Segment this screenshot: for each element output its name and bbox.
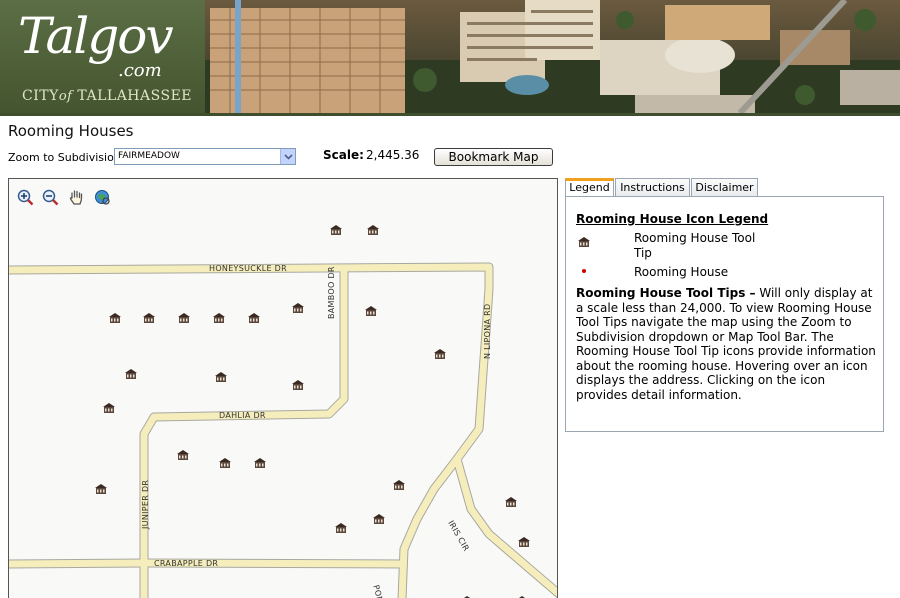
rooming-house-icon[interactable] bbox=[504, 493, 518, 507]
legend-desc-text: Will only display at a scale less than 2… bbox=[576, 286, 876, 402]
rooming-house-icon[interactable] bbox=[142, 309, 156, 323]
scale-value: 2,445.36 bbox=[366, 148, 420, 162]
logo-city-b: TALLAHASSEE bbox=[77, 88, 193, 104]
rooming-house-icon[interactable] bbox=[218, 454, 232, 468]
pan-hand-icon[interactable] bbox=[68, 189, 85, 206]
chevron-down-icon[interactable] bbox=[280, 149, 295, 164]
rooming-house-icon[interactable] bbox=[291, 299, 305, 313]
rooming-house-icon[interactable] bbox=[291, 376, 305, 390]
rooming-house-icon[interactable] bbox=[177, 309, 191, 323]
rooming-house-icon[interactable] bbox=[366, 221, 380, 235]
tab-legend[interactable]: Legend bbox=[565, 178, 614, 198]
logo-city-a: CITY bbox=[22, 88, 59, 104]
legend-description: Rooming House Tool Tips – Will only disp… bbox=[576, 286, 876, 402]
tab-instructions[interactable]: Instructions bbox=[615, 178, 690, 197]
rooming-house-icon[interactable] bbox=[372, 510, 386, 524]
road-label-dahlia: DAHLIA DR bbox=[219, 411, 266, 420]
zoom-in-icon[interactable] bbox=[17, 189, 34, 206]
rooming-house-icon[interactable] bbox=[102, 399, 116, 413]
rooming-house-icon[interactable] bbox=[515, 592, 529, 598]
legend-desc-heading: Rooming House Tool Tips – bbox=[576, 286, 756, 300]
rooming-house-icon[interactable] bbox=[517, 533, 531, 547]
rooming-house-icon[interactable] bbox=[433, 345, 447, 359]
logo-domain: .com bbox=[118, 60, 162, 81]
rooming-house-icon[interactable] bbox=[329, 221, 343, 235]
rooming-house-icon[interactable] bbox=[364, 302, 378, 316]
rooming-house-dot-icon bbox=[582, 269, 586, 273]
rooming-house-icon[interactable] bbox=[212, 309, 226, 323]
talgov-logo[interactable]: Talgov .com CITYof TALLAHASSEE bbox=[0, 0, 205, 113]
road-label-n-lipona: N LIPONA RD bbox=[483, 303, 492, 359]
legend-tool-tip-label: Rooming House Tool Tip bbox=[634, 231, 756, 260]
rooming-house-icon[interactable] bbox=[94, 480, 108, 494]
full-extent-globe-icon[interactable] bbox=[94, 189, 111, 206]
rooming-house-icon[interactable] bbox=[108, 309, 122, 323]
page-title: Rooming Houses bbox=[8, 122, 134, 140]
logo-city-of: of bbox=[58, 89, 73, 104]
road-label-juniper: JUNIPER DR bbox=[141, 479, 150, 529]
zoom-subdivision-label: Zoom to Subdivision bbox=[8, 151, 121, 164]
map-view[interactable]: HONEYSUCKLE DR BAMBOO DR N LIPONA RD DAH… bbox=[8, 178, 558, 598]
scale-label: Scale: bbox=[323, 148, 364, 162]
rooming-house-icon[interactable] bbox=[176, 446, 190, 460]
subdivision-select[interactable]: FAIRMEADOW bbox=[114, 148, 296, 165]
rooming-house-icon[interactable] bbox=[460, 592, 474, 598]
rooming-house-icon[interactable] bbox=[392, 476, 406, 490]
subdivision-selected-value: FAIRMEADOW bbox=[118, 151, 180, 161]
logo-city-line: CITYof TALLAHASSEE bbox=[22, 88, 192, 104]
zoom-out-icon[interactable] bbox=[42, 189, 59, 206]
legend-rooming-house-label: Rooming House bbox=[634, 265, 729, 279]
road-label-bamboo: BAMBOO DR bbox=[327, 266, 336, 319]
logo-wordmark: Talgov bbox=[18, 7, 174, 65]
road-network bbox=[9, 262, 557, 598]
rooming-house-icon[interactable] bbox=[124, 365, 138, 379]
road-label-honeysuckle: HONEYSUCKLE DR bbox=[209, 264, 287, 273]
rooming-house-icon bbox=[578, 237, 590, 247]
site-banner: Talgov .com CITYof TALLAHASSEE bbox=[0, 0, 900, 116]
legend-title: Rooming House Icon Legend bbox=[576, 212, 769, 226]
legend-panel: Rooming House Icon Legend Rooming House … bbox=[565, 196, 884, 432]
tab-disclaimer[interactable]: Disclaimer bbox=[691, 178, 758, 197]
road-label-crabapple: CRABAPPLE DR bbox=[154, 559, 219, 568]
rooming-house-icon[interactable] bbox=[253, 454, 267, 468]
rooming-house-icon[interactable] bbox=[334, 519, 348, 533]
rooming-house-icon[interactable] bbox=[214, 368, 228, 382]
rooming-house-icon[interactable] bbox=[247, 309, 261, 323]
aerial-city-photo bbox=[205, 0, 900, 113]
bookmark-map-button[interactable]: Bookmark Map bbox=[434, 148, 553, 166]
